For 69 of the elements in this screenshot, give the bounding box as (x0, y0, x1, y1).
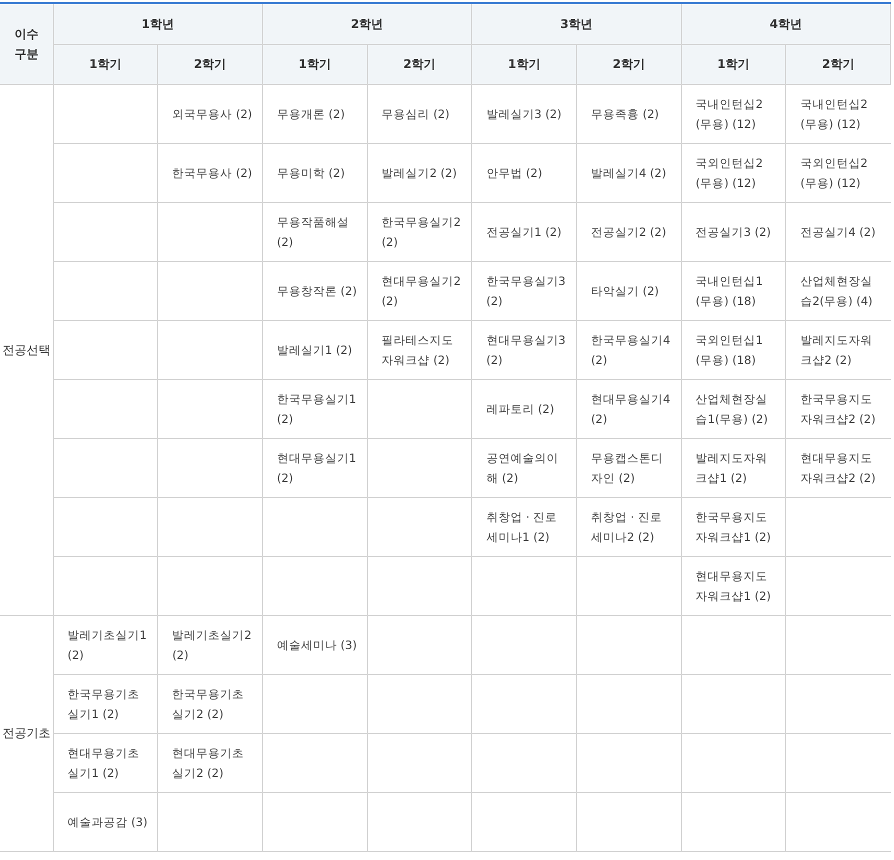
course-name: 현대무용실기4 (2) (590, 392, 670, 426)
course-name: 국내인턴십2(무용) (12) (696, 97, 763, 131)
course-name: 현대무용기초실기1 (2) (68, 746, 140, 780)
course-name: 한국무용실기1 (2) (276, 392, 356, 426)
course-name: 한국무용기초실기1 (2) (68, 687, 140, 721)
course-name: 한국무용지도자워크샵1 (2) (696, 510, 771, 544)
course-name: 전공실기3 (2) (696, 225, 771, 239)
course-name: 무용개론 (2) (276, 107, 345, 121)
course-name: 발레실기4 (2) (590, 166, 666, 180)
course-name: 한국무용지도자워크샵2 (2) (800, 392, 876, 426)
course-name: 현대무용실기1 (2) (276, 451, 356, 485)
course-name: 한국무용실기4 (2) (590, 333, 670, 367)
course-name: 공연예술의이해 (2) (486, 451, 558, 485)
column-header: 2학기 (367, 44, 472, 84)
course-name: 외국무용사 (2) (172, 107, 252, 121)
course-name: 레파토리 (2) (486, 402, 554, 416)
course-name: 한국무용사 (2) (172, 166, 252, 180)
course-name: 예술세미나 (3) (276, 638, 357, 652)
course-name: 발레실기1 (2) (276, 343, 352, 357)
column-header: 3학년 (472, 3, 682, 44)
course-name: 한국무용실기3 (2) (486, 274, 566, 308)
row-header: 전공기초 (0, 616, 53, 852)
course-name: 무용캡스톤디자인 (2) (590, 451, 663, 485)
course-name: 무용미학 (2) (276, 166, 345, 180)
column-header: 2학년 (262, 3, 472, 44)
column-header: 2학기 (158, 44, 262, 84)
column-header: 1학기 (262, 44, 368, 84)
column-header: 1학년 (53, 3, 262, 44)
course-name: 전공실기1 (2) (486, 225, 562, 239)
course-name: 발레실기2 (2) (382, 166, 457, 180)
course-name: 국내인턴십2(무용) (12) (800, 97, 868, 131)
row-header: 전공선택 (0, 84, 53, 616)
course-name: 한국무용기초실기2 (2) (172, 687, 244, 721)
course-name: 산업체현장실습2(무용) (4) (800, 274, 873, 308)
course-name: 발레기초실기2 (2) (172, 628, 252, 662)
column-header: 1학기 (681, 44, 786, 84)
course-name: 산업체현장실습1(무용) (2) (696, 392, 768, 426)
course-name: 무용심리 (2) (382, 107, 450, 121)
column-header: 2학기 (786, 44, 890, 84)
course-name: 필라테스지도자워크샵 (2) (382, 333, 454, 367)
course-name: 현대무용실기2 (2) (382, 274, 461, 308)
course-name: 국외인턴십1(무용) (18) (696, 333, 763, 367)
course-name: 현대무용실기3 (2) (486, 333, 566, 367)
course-name: 예술과공감 (3) (68, 815, 148, 829)
column-header: 1학기 (53, 44, 158, 84)
column-header: 2학기 (576, 44, 682, 84)
course-name: 현대무용지도자워크샵1 (2) (696, 569, 771, 603)
course-name: 국내인턴십1(무용) (18) (696, 274, 763, 308)
course-name: 국외인턴십2(무용) (12) (800, 156, 868, 190)
course-name: 안무법 (2) (486, 166, 542, 180)
course-name: 국외인턴십2(무용) (12) (696, 156, 763, 190)
course-name: 전공실기2 (2) (590, 225, 666, 239)
course-name: 무용창작론 (2) (276, 284, 357, 298)
course-name: 무용족흉 (2) (590, 107, 659, 121)
course-name: 발레지도자워크샵1 (2) (696, 451, 768, 485)
course-name: 타악실기 (2) (590, 284, 659, 298)
course-name: 현대무용지도자워크샵2 (2) (800, 451, 876, 485)
course-name: 발레지도자워크샵2 (2) (800, 333, 872, 367)
course-name: 취창업 · 진로세미나1 (2) (486, 510, 558, 544)
course-name: 취창업 · 진로세미나2 (2) (590, 510, 662, 544)
course-name: 무용작품해설 (2) (276, 215, 349, 249)
course-name: 전공실기4 (2) (800, 225, 876, 239)
column-header: 4학년 (681, 3, 890, 44)
course-name: 발레기초실기1 (2) (68, 628, 147, 662)
course-name: 발레실기3 (2) (486, 107, 562, 121)
column-header: 이수 구분 (0, 3, 53, 84)
course-name: 한국무용실기2 (2) (382, 215, 461, 249)
course-name: 현대무용기초실기2 (2) (172, 746, 244, 780)
column-header: 1학기 (472, 44, 576, 84)
